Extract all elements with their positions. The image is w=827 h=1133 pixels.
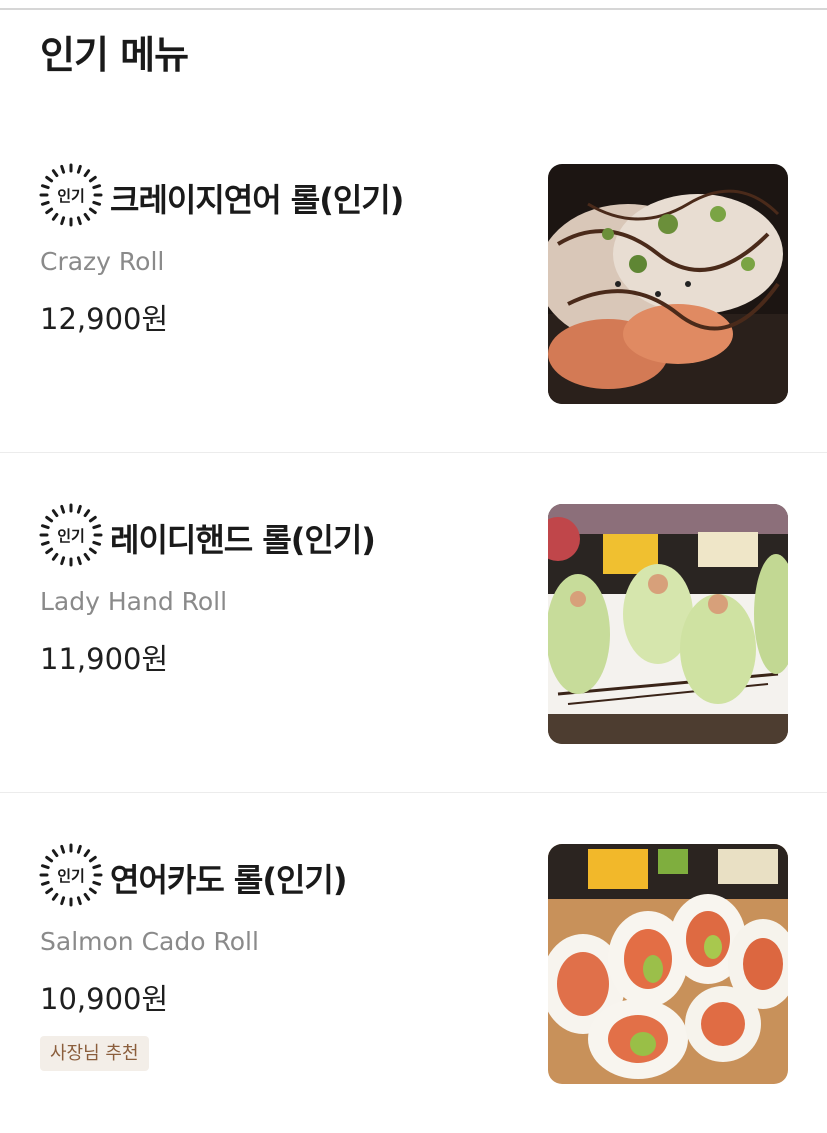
item-photo-salmon-cado-roll[interactable] xyxy=(548,844,788,1084)
popular-badge-label: 인기 xyxy=(57,867,85,885)
item-photo-lady-hand-roll[interactable] xyxy=(548,504,788,744)
section-title: 인기 메뉴 xyxy=(40,33,189,77)
item-price: 12,900원 xyxy=(40,302,169,336)
item-description: Crazy Roll xyxy=(40,247,165,276)
popular-badge-icon: 인기 xyxy=(39,843,103,907)
menu-item-lady-hand-roll[interactable]: 인기 레이디핸드 롤(인기) Lady Hand Roll 11,900원 xyxy=(0,453,827,793)
popular-badge-icon: 인기 xyxy=(39,163,103,227)
popular-burst-icon: 인기 xyxy=(39,503,103,567)
owner-recommend-badge: 사장님 추천 xyxy=(40,1036,149,1071)
popular-burst-icon: 인기 xyxy=(39,163,103,227)
item-price: 10,900원 xyxy=(40,982,169,1016)
item-description: Salmon Cado Roll xyxy=(40,927,259,956)
popular-badge-icon: 인기 xyxy=(39,503,103,567)
item-description: Lady Hand Roll xyxy=(40,587,228,616)
menu-list: 인기 크레이지연어 롤(인기) Crazy Roll 12,900원 인기 레이… xyxy=(0,113,827,1133)
menu-item-crazy-roll[interactable]: 인기 크레이지연어 롤(인기) Crazy Roll 12,900원 xyxy=(0,113,827,453)
item-price: 11,900원 xyxy=(40,642,169,676)
item-name: 크레이지연어 롤(인기) xyxy=(110,181,404,219)
item-photo-crazy-roll[interactable] xyxy=(548,164,788,404)
menu-item-salmon-cado-roll[interactable]: 인기 연어카도 롤(인기) Salmon Cado Roll 10,900원 사… xyxy=(0,793,827,1133)
popular-burst-icon: 인기 xyxy=(39,843,103,907)
popular-badge-label: 인기 xyxy=(57,187,85,205)
item-name: 연어카도 롤(인기) xyxy=(110,861,347,899)
popular-badge-label: 인기 xyxy=(57,527,85,545)
top-divider xyxy=(0,8,827,10)
item-name: 레이디핸드 롤(인기) xyxy=(110,521,376,559)
